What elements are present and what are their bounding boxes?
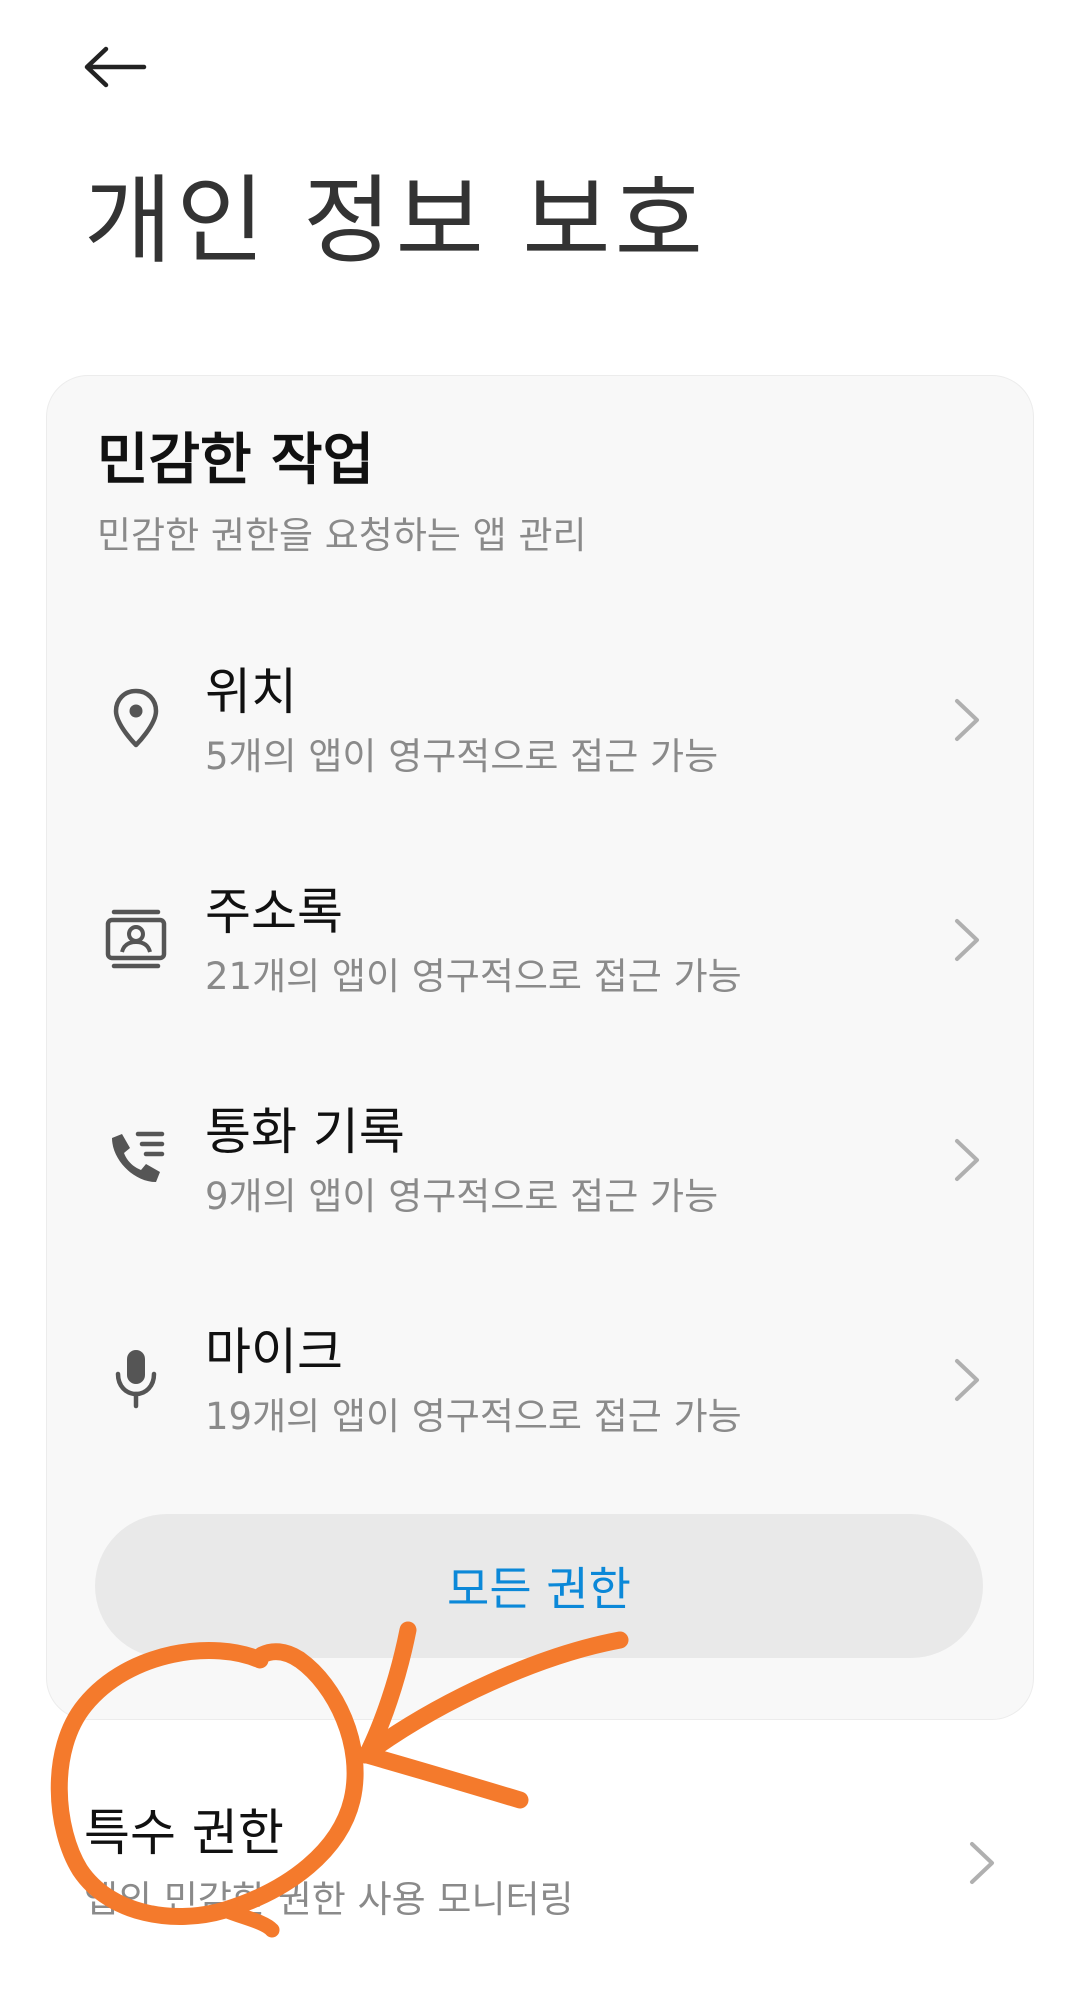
permission-row-contacts[interactable]: 주소록 21개의 앱이 영구적으로 접근 가능 bbox=[47, 841, 1035, 1041]
call-log-icon bbox=[101, 1123, 171, 1193]
microphone-icon bbox=[101, 1343, 171, 1413]
contacts-icon bbox=[101, 903, 171, 973]
arrow-left-icon bbox=[84, 46, 147, 88]
permission-row-microphone[interactable]: 마이크 19개의 앱이 영구적으로 접근 가능 bbox=[47, 1281, 1035, 1481]
section-title: 민감한 작업 bbox=[97, 428, 375, 493]
chevron-right-icon bbox=[955, 1359, 979, 1401]
all-permissions-button[interactable]: 모든 권한 bbox=[95, 1514, 983, 1658]
permission-description: 19개의 앱이 영구적으로 접근 가능 bbox=[205, 1395, 742, 1438]
special-permissions-description: 앱의 민감한 권한 사용 모니터링 bbox=[84, 1878, 574, 1921]
permission-label: 주소록 bbox=[205, 883, 343, 941]
permission-label: 마이크 bbox=[205, 1323, 343, 1381]
chevron-right-icon bbox=[955, 699, 979, 741]
chevron-right-icon bbox=[955, 919, 979, 961]
page-title: 개인 정보 보호 bbox=[84, 165, 707, 277]
permission-row-location[interactable]: 위치 5개의 앱이 영구적으로 접근 가능 bbox=[47, 621, 1035, 821]
permission-description: 9개의 앱이 영구적으로 접근 가능 bbox=[205, 1175, 719, 1218]
chevron-right-icon bbox=[970, 1842, 994, 1884]
back-button[interactable] bbox=[82, 36, 172, 98]
permission-description: 5개의 앱이 영구적으로 접근 가능 bbox=[205, 735, 719, 778]
permission-label: 위치 bbox=[205, 663, 297, 721]
location-pin-icon bbox=[101, 683, 171, 753]
permission-label: 통화 기록 bbox=[205, 1103, 405, 1161]
chevron-right-icon bbox=[955, 1139, 979, 1181]
permission-row-call-log[interactable]: 통화 기록 9개의 앱이 영구적으로 접근 가능 bbox=[47, 1061, 1035, 1261]
sensitive-actions-card: 민감한 작업 민감한 권한을 요청하는 앱 관리 위치 5개의 앱이 영구적으로… bbox=[46, 375, 1034, 1720]
special-permissions-label: 특수 권한 bbox=[84, 1804, 284, 1862]
permission-description: 21개의 앱이 영구적으로 접근 가능 bbox=[205, 955, 742, 998]
section-subtitle: 민감한 권한을 요청하는 앱 관리 bbox=[97, 514, 587, 557]
special-permissions-row[interactable]: 특수 권한 앱의 민감한 권한 사용 모니터링 bbox=[0, 1760, 1080, 1960]
